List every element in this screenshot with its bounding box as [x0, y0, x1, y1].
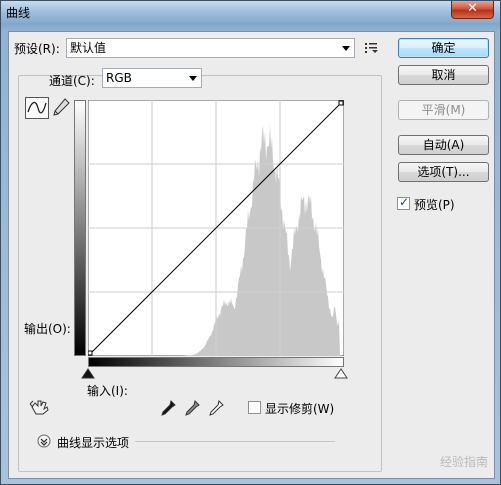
- divider: [135, 441, 335, 442]
- ok-button[interactable]: 确定: [398, 38, 489, 58]
- preview-label: 预览(P): [414, 198, 455, 212]
- preset-options-icon[interactable]: [364, 41, 380, 55]
- window-title: 曲线: [6, 6, 31, 20]
- cancel-button[interactable]: 取消: [398, 65, 489, 85]
- input-label: 输入(I):: [87, 384, 128, 398]
- preset-select[interactable]: 默认值: [66, 38, 355, 58]
- channel-value: RGB: [106, 71, 132, 85]
- curve-display-options-label[interactable]: 曲线显示选项: [57, 434, 129, 451]
- curves-dialog: 曲线 ✕ 预设(R): 默认值 确定 取消 平滑(M) 自动(A) 选项(T).…: [0, 0, 501, 485]
- curve-edit-tool-icon[interactable]: [25, 97, 49, 119]
- input-gradient-bar: [88, 357, 344, 367]
- preview-checkbox[interactable]: [397, 195, 410, 210]
- dialog-body: 预设(R): 默认值 确定 取消 平滑(M) 自动(A) 选项(T)... 预览…: [8, 31, 495, 479]
- curve-point-white: [338, 100, 344, 106]
- chevron-down-icon: [342, 46, 350, 51]
- output-label: 输出(O):: [24, 322, 71, 336]
- channel-select[interactable]: RGB: [102, 68, 202, 88]
- show-clipping-checkbox[interactable]: [248, 401, 261, 414]
- channel-label: 通道(C):: [49, 74, 95, 88]
- title-bar[interactable]: 曲线 ✕: [1, 1, 500, 23]
- preset-value: 默认值: [70, 41, 107, 55]
- black-eyedropper-icon[interactable]: [159, 399, 177, 417]
- expand-chevron-icon[interactable]: [37, 434, 51, 448]
- white-point-slider-icon[interactable]: [334, 368, 348, 380]
- show-clipping-label: 显示修剪(W): [265, 402, 335, 416]
- options-button[interactable]: 选项(T)...: [398, 162, 489, 182]
- white-eyedropper-icon[interactable]: [207, 399, 225, 417]
- black-point-slider-icon[interactable]: [81, 368, 95, 380]
- auto-button[interactable]: 自动(A): [398, 135, 489, 155]
- output-gradient-bar: [74, 100, 86, 356]
- gray-eyedropper-icon[interactable]: [183, 399, 201, 417]
- close-button[interactable]: ✕: [451, 1, 494, 19]
- curve-point-black: [88, 350, 93, 356]
- preset-label: 预设(R):: [14, 42, 60, 56]
- chevron-down-icon: [189, 76, 197, 81]
- curve-graph[interactable]: [88, 100, 344, 356]
- on-image-adjust-hand-icon[interactable]: [29, 398, 51, 416]
- pencil-icon[interactable]: [51, 97, 71, 119]
- watermark-text: 经验指南: [439, 455, 488, 469]
- smooth-button[interactable]: 平滑(M): [398, 100, 489, 120]
- close-icon: ✕: [467, 1, 478, 16]
